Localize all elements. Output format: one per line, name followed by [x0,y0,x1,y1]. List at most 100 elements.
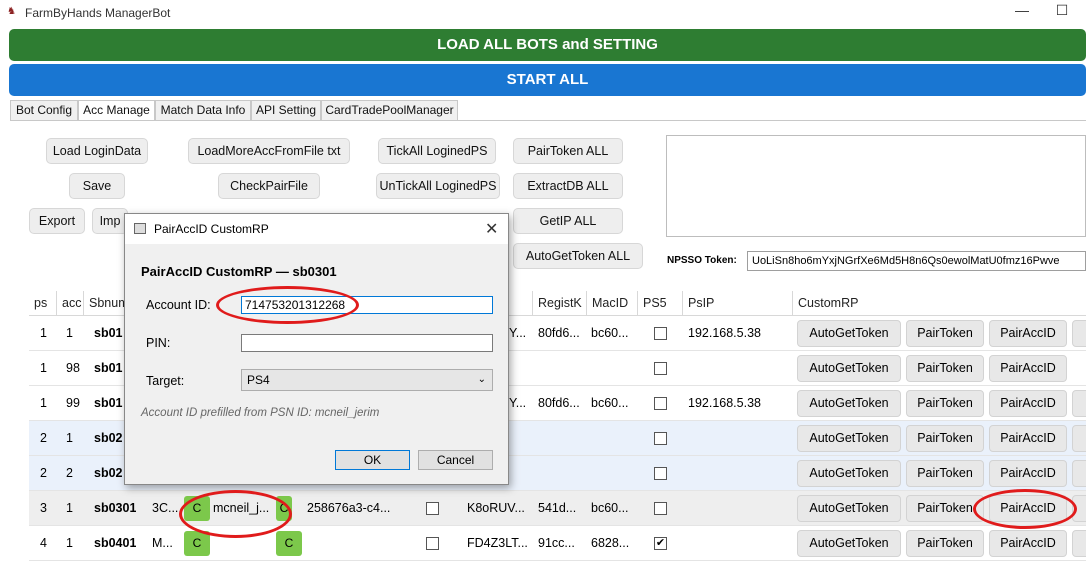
load-more-acc-button[interactable]: LoadMoreAccFromFile txt [188,138,350,164]
getip-all-button[interactable]: GetIP ALL [513,208,623,234]
col-header-customrp[interactable]: CustomRP [793,291,1086,316]
save-button[interactable]: Save [69,173,125,199]
cell-registk: 541d... [538,501,577,515]
cell-psip: 192.168.5.38 [688,326,761,340]
prefill-note: Account ID prefilled from PSN ID: mcneil… [141,407,380,419]
pairtoken-button[interactable]: PairToken [906,425,984,452]
extract-db-all-button[interactable]: ExtractDB ALL [513,173,623,199]
cell-sbnum: sb01 [94,326,123,340]
cell-sbnum: sb02 [94,466,123,480]
untick-all-button[interactable]: UnTickAll LoginedPS [376,173,500,199]
import-button[interactable]: Imp [92,208,128,234]
autogettoken-button[interactable]: AutoGetToken [797,530,901,557]
col-header-acc[interactable]: acc [57,291,84,316]
cell-ps: 1 [40,326,47,340]
title-bar: ♞ FarmByHands ManagerBot — ☐ [0,0,1086,28]
pairtoken-button[interactable]: PairToken [906,320,984,347]
col-header-psip[interactable]: PsIP [683,291,793,316]
highlight-ring-pairaccid [973,489,1077,529]
autogettoken-button[interactable]: AutoGetToken [797,355,901,382]
maximize-button[interactable]: ☐ [1052,2,1072,22]
ps5-checkbox[interactable] [654,397,667,410]
pairaccid-button[interactable]: PairAccID [989,390,1067,417]
npsso-label: NPSSO Token: [667,255,737,266]
cell-acc: 1 [66,326,73,340]
dialog-title: PairAccID CustomRP [154,222,269,236]
cell-sbnum: sb0401 [94,536,137,550]
ps5-checkbox-checked[interactable]: ✔ [654,537,667,550]
pairtoken-button[interactable]: PairToken [906,460,984,487]
load-logindata-button[interactable]: Load LoginData [46,138,148,164]
cell-extra: 3C... [152,501,179,515]
ps5-checkbox[interactable] [654,327,667,340]
row-extra-button[interactable] [1072,320,1086,347]
col-header-ps[interactable]: ps [29,291,57,316]
ok-button[interactable]: OK [335,450,410,470]
cell-sbnum: sb02 [94,431,123,445]
tick-all-button[interactable]: TickAll LoginedPS [378,138,496,164]
highlight-ring-green-c [179,490,292,538]
account-id-label: Account ID: [146,298,211,312]
pairaccid-button[interactable]: PairAccID [989,320,1067,347]
row-checkbox[interactable] [426,502,439,515]
pairaccid-button[interactable]: PairAccID [989,355,1067,382]
cell-acc: 1 [66,431,73,445]
target-select[interactable]: PS4 ⌄ [241,369,493,391]
row-checkbox[interactable] [426,537,439,550]
cell-ps: 4 [40,536,47,550]
pairtoken-button[interactable]: PairToken [906,530,984,557]
export-button[interactable]: Export [29,208,85,234]
cell-ps: 3 [40,501,47,515]
cell-macid: bc60... [591,396,629,410]
row-extra-button[interactable] [1072,425,1086,452]
tab-api-setting[interactable]: API Setting [251,100,321,121]
load-all-bots-button[interactable]: LOAD ALL BOTS and SETTING [9,29,1086,61]
pairaccid-button[interactable]: PairAccID [989,460,1067,487]
tab-acc-manage[interactable]: Acc Manage [78,100,155,121]
row-extra-button[interactable] [1072,390,1086,417]
pin-input[interactable] [241,334,493,352]
cell-ps: 1 [40,396,47,410]
pair-token-all-button[interactable]: PairToken ALL [513,138,623,164]
cancel-button[interactable]: Cancel [418,450,493,470]
green-c-box[interactable]: C [276,531,302,556]
cell-extra: M... [152,536,173,550]
tab-match-data-info[interactable]: Match Data Info [155,100,251,121]
col-header-registk[interactable]: RegistK [533,291,587,316]
row-extra-button[interactable] [1072,530,1086,557]
col-header-ps5[interactable]: PS5 [638,291,683,316]
autogettoken-all-button[interactable]: AutoGetToken ALL [513,243,643,269]
autogettoken-button[interactable]: AutoGetToken [797,320,901,347]
minimize-button[interactable]: — [1012,2,1032,22]
cell-acc: 99 [66,396,80,410]
ps5-checkbox[interactable] [654,362,667,375]
autogettoken-button[interactable]: AutoGetToken [797,495,901,522]
col-header-macid[interactable]: MacID [587,291,638,316]
ps5-checkbox[interactable] [654,502,667,515]
close-icon[interactable]: ✕ [485,219,498,239]
autogettoken-button[interactable]: AutoGetToken [797,460,901,487]
log-output-box[interactable] [666,135,1086,237]
target-select-value: PS4 [247,373,270,387]
cell-ps: 2 [40,466,47,480]
pairaccid-button[interactable]: PairAccID [989,530,1067,557]
ps5-checkbox[interactable] [654,432,667,445]
autogettoken-button[interactable]: AutoGetToken [797,390,901,417]
pairaccid-button[interactable]: PairAccID [989,425,1067,452]
tab-cardtradepoolmanager[interactable]: CardTradePoolManager [321,100,458,121]
pairtoken-button[interactable]: PairToken [906,355,984,382]
start-all-button[interactable]: START ALL [9,64,1086,96]
cell-acc: 1 [66,501,73,515]
table-row[interactable]: 4 1 sb0401 M... C C FD4Z3LT... 91cc... 6… [29,526,1086,561]
ps5-checkbox[interactable] [654,467,667,480]
pairtoken-button[interactable]: PairToken [906,390,984,417]
row-extra-button[interactable] [1072,460,1086,487]
autogettoken-button[interactable]: AutoGetToken [797,425,901,452]
cell-acc: 98 [66,361,80,375]
npsso-token-input[interactable]: UoLiSn8ho6mYxjNGrfXe6Md5H8n6Qs0ewolMatU0… [747,251,1086,271]
check-pair-file-button[interactable]: CheckPairFile [218,173,320,199]
green-c-box[interactable]: C [184,531,210,556]
cell-k8: K8oRUV... [467,501,525,515]
chevron-down-icon: ⌄ [477,374,486,385]
tab-bot-config[interactable]: Bot Config [10,100,78,121]
